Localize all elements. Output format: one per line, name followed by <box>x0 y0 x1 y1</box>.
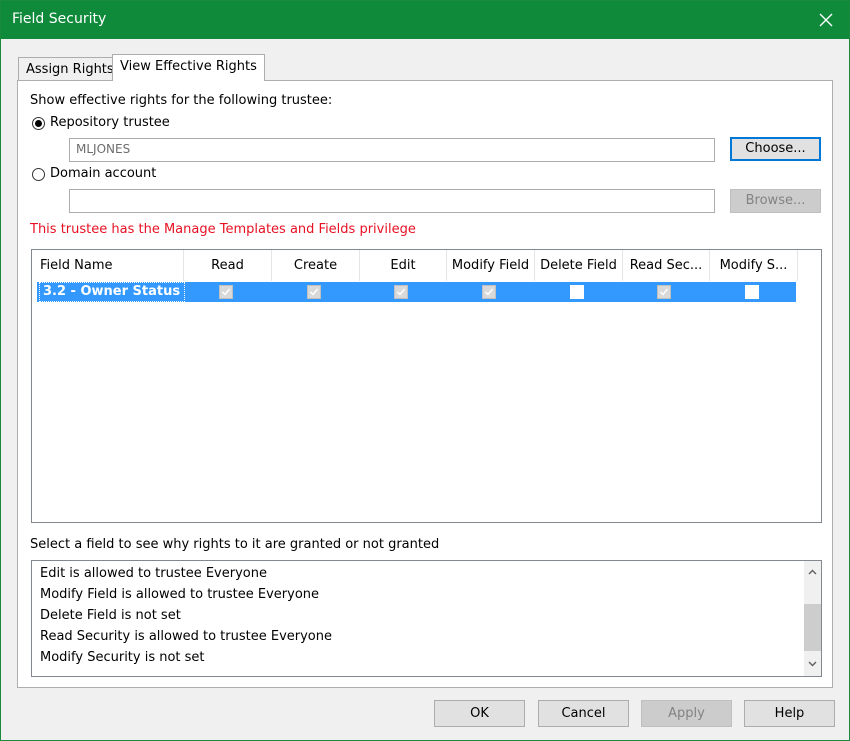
vertical-scrollbar[interactable] <box>804 561 821 676</box>
reasons-label: Select a field to see why rights to it a… <box>30 537 440 552</box>
close-icon <box>819 13 833 27</box>
modify-security-checkbox[interactable] <box>745 285 759 299</box>
checkmark-icon <box>310 288 319 296</box>
column-header-modify-security[interactable]: Modify S... <box>710 250 798 281</box>
list-item: Read Security is allowed to trustee Ever… <box>40 629 332 644</box>
create-checkbox[interactable] <box>307 285 321 299</box>
modify-field-checkbox[interactable] <box>482 285 496 299</box>
rights-grid[interactable]: Field Name Read Create Edit Modify Field… <box>31 249 822 523</box>
scroll-down-arrow-icon[interactable] <box>808 661 817 667</box>
repository-trustee-field[interactable]: MLJONES <box>69 138 715 162</box>
column-header-read[interactable]: Read <box>184 250 272 281</box>
reasons-list[interactable]: Edit is allowed to trustee Everyone Modi… <box>31 560 822 677</box>
column-header-field-name[interactable]: Field Name <box>32 250 184 281</box>
table-row[interactable]: 3.2 - Owner Status <box>37 282 796 302</box>
privilege-notice: This trustee has the Manage Templates an… <box>30 222 416 237</box>
list-item: Modify Field is allowed to trustee Every… <box>40 587 320 602</box>
domain-account-radio[interactable] <box>32 168 45 181</box>
checkmark-icon <box>222 288 231 296</box>
choose-button[interactable]: Choose... <box>730 137 821 161</box>
repository-trustee-radio[interactable] <box>32 117 45 130</box>
delete-field-checkbox[interactable] <box>570 285 584 299</box>
tab-view-effective-rights[interactable]: View Effective Rights <box>112 54 265 81</box>
title-bar[interactable]: Field Security <box>1 1 849 39</box>
column-header-create[interactable]: Create <box>272 250 360 281</box>
scroll-up-arrow-icon[interactable] <box>808 569 817 575</box>
help-button[interactable]: Help <box>744 700 835 727</box>
domain-account-label: Domain account <box>50 166 157 181</box>
edit-checkbox[interactable] <box>394 285 408 299</box>
read-checkbox[interactable] <box>219 285 233 299</box>
field-security-dialog: Field Security Assign Rights View Effect… <box>0 0 850 741</box>
field-name-cell[interactable]: 3.2 - Owner Status <box>39 282 185 302</box>
ok-button[interactable]: OK <box>434 700 525 727</box>
column-header-read-security[interactable]: Read Sec... <box>623 250 710 281</box>
repository-trustee-label: Repository trustee <box>50 115 170 130</box>
apply-button[interactable]: Apply <box>641 700 732 727</box>
read-security-checkbox[interactable] <box>657 285 671 299</box>
scrollbar-thumb[interactable] <box>804 604 821 651</box>
checkmark-icon <box>660 288 669 296</box>
list-item: Edit is allowed to trustee Everyone <box>40 566 267 581</box>
list-item: Delete Field is not set <box>40 608 181 623</box>
trustee-prompt: Show effective rights for the following … <box>30 93 333 108</box>
checkmark-icon <box>485 288 494 296</box>
column-header-modify-field[interactable]: Modify Field <box>447 250 535 281</box>
domain-account-field[interactable] <box>69 189 715 213</box>
cancel-button[interactable]: Cancel <box>538 700 629 727</box>
close-button[interactable] <box>803 1 849 39</box>
window-title: Field Security <box>12 11 107 27</box>
column-header-edit[interactable]: Edit <box>360 250 447 281</box>
column-header-delete-field[interactable]: Delete Field <box>535 250 623 281</box>
list-item: Modify Security is not set <box>40 650 205 665</box>
browse-button[interactable]: Browse... <box>730 189 821 213</box>
checkmark-icon <box>397 288 406 296</box>
tab-assign-rights[interactable]: Assign Rights <box>18 57 122 80</box>
